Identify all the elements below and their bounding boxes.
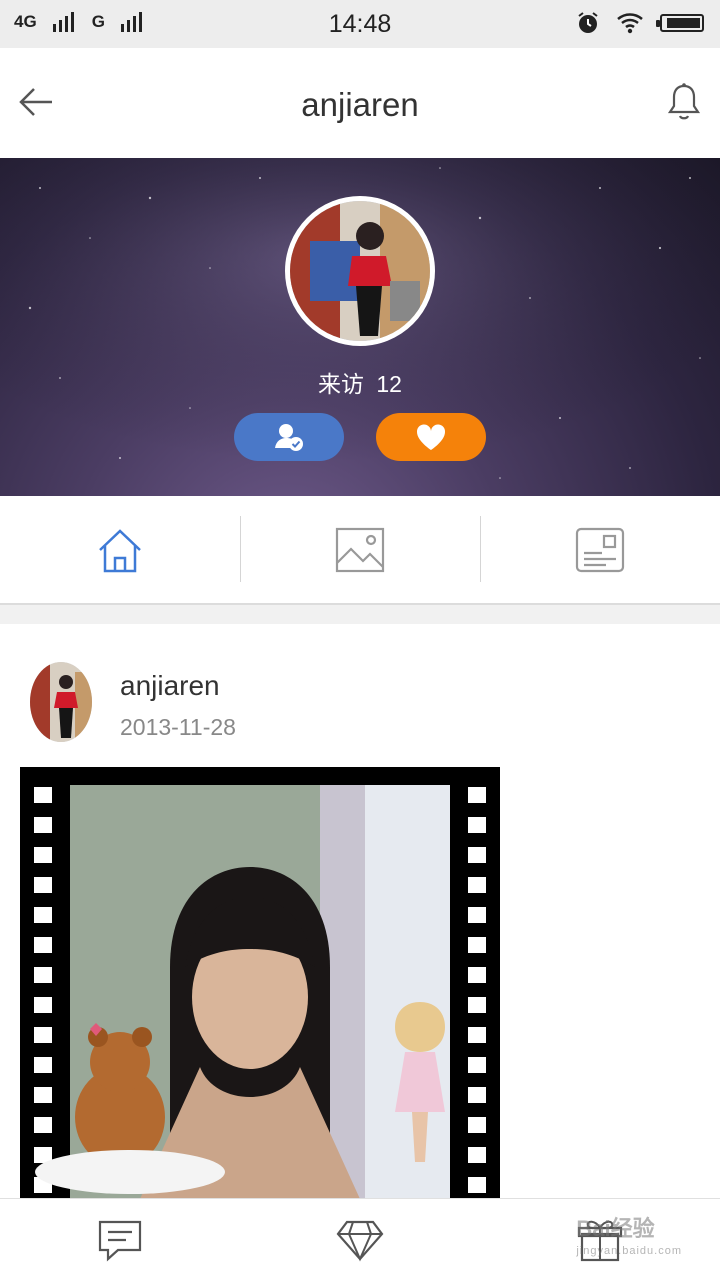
tab-home[interactable]: [0, 496, 240, 603]
visit-count: 来访 12: [0, 365, 720, 399]
profile-card-icon: [575, 527, 625, 572]
visit-label: 来访: [318, 371, 364, 397]
comment-icon: [98, 1220, 142, 1262]
alarm-icon: [578, 12, 598, 33]
header: anjiaren: [0, 48, 720, 159]
baidu-watermark: Bai经验 jingyan.baidu.com: [576, 1218, 682, 1262]
status-bar: 4G G 14:48: [0, 0, 720, 48]
watermark-text: Bai经验: [576, 1216, 655, 1241]
user-check-icon: [275, 424, 303, 451]
post-photo[interactable]: [20, 767, 500, 1199]
profile-tabs: [0, 496, 720, 605]
diamond-icon: [336, 1220, 384, 1262]
watermark-sub: jingyan.baidu.com: [576, 1245, 682, 1257]
like-button[interactable]: [376, 413, 486, 461]
visit-number: 12: [376, 371, 402, 397]
profile-avatar[interactable]: [285, 196, 435, 346]
section-divider: [0, 605, 720, 624]
heart-icon: [416, 424, 446, 450]
home-icon: [99, 528, 141, 572]
tab-photos[interactable]: [240, 496, 480, 603]
post-card: anjiaren 2013-11-28: [0, 624, 720, 1199]
tab-profile-info[interactable]: [480, 496, 720, 603]
profile-banner: 来访 12: [0, 158, 720, 496]
post-author-name[interactable]: anjiaren: [120, 670, 220, 702]
battery-icon: [656, 14, 704, 32]
diamond-button[interactable]: [240, 1199, 480, 1281]
image-icon: [335, 527, 385, 572]
follow-button[interactable]: [234, 413, 344, 461]
post-author-avatar[interactable]: [30, 662, 92, 742]
wifi-icon: [617, 13, 643, 34]
comment-button[interactable]: [0, 1199, 240, 1281]
page-title: anjiaren: [301, 86, 419, 123]
post-date: 2013-11-28: [120, 714, 236, 740]
bell-icon[interactable]: [666, 82, 702, 122]
